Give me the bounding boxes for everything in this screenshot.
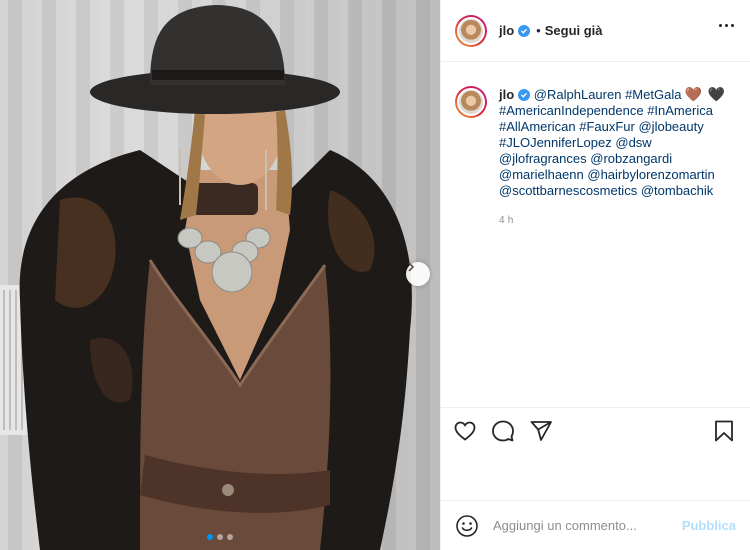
mention-link[interactable]: @tombachik [641, 183, 713, 198]
mention-link[interactable]: @marielhaenn [499, 167, 584, 182]
save-button[interactable] [712, 419, 736, 443]
verified-badge-icon [518, 88, 531, 101]
caption-text: jlo @RalphLauren #MetGala 🤎 🖤 [499, 86, 736, 103]
hashtag-link[interactable]: #AmericanIndependence [499, 103, 644, 118]
post-caption: jlo @RalphLauren #MetGala 🤎 🖤 #AmericanI… [441, 62, 750, 229]
more-options-button[interactable] [719, 24, 734, 27]
mention-link[interactable]: @RalphLauren [534, 87, 622, 103]
avatar-image [457, 16, 485, 45]
share-icon [530, 420, 552, 441]
mention-link[interactable]: @dsw [615, 135, 651, 150]
share-button[interactable] [529, 419, 553, 443]
publish-button[interactable]: Pubblica [682, 518, 736, 533]
caption-line-7: @scottbarnescosmetics @tombachik [499, 183, 736, 199]
caption-avatar[interactable] [455, 86, 487, 118]
hashtag-link[interactable]: #InAmerica [647, 103, 713, 118]
mention-link[interactable]: @jlofragrances [499, 151, 587, 166]
hashtag-link[interactable]: #FauxFur [579, 119, 635, 134]
caption-line-4: #JLOJenniferLopez @dsw [499, 135, 736, 151]
caption-line-5: @jlofragrances @robzangardi [499, 151, 736, 167]
post-sidebar: jlo • Segui già jlo @RalphLauren #MetGal… [440, 0, 750, 550]
heart-emojis: 🤎 🖤 [684, 86, 726, 103]
carousel-next-button[interactable] [406, 262, 430, 286]
avatar[interactable] [455, 14, 487, 47]
black-heart-icon: 🖤 [707, 86, 726, 102]
mention-link[interactable]: @robzangardi [590, 151, 672, 166]
carousel-dot-2 [217, 534, 223, 540]
caption-username[interactable]: jlo [499, 87, 514, 103]
brown-heart-icon: 🤎 [684, 86, 703, 102]
mention-link[interactable]: @hairbylorenzomartin [587, 167, 714, 182]
caption-line-2: #AmericanIndependence #InAmerica [499, 103, 736, 119]
follow-status-button[interactable]: Segui già [545, 23, 603, 38]
mention-link[interactable]: @scottbarnescosmetics [499, 183, 637, 198]
bookmark-icon [715, 420, 733, 441]
comment-button[interactable] [491, 419, 515, 443]
heart-icon [454, 421, 476, 441]
comment-icon [492, 420, 514, 441]
chevron-right-icon [408, 262, 415, 272]
post-photo[interactable] [0, 0, 440, 550]
like-button[interactable] [453, 419, 477, 443]
emoji-button[interactable] [455, 514, 479, 538]
comment-input[interactable] [491, 517, 682, 534]
carousel-indicator [0, 534, 440, 540]
hashtag-link[interactable]: #AllAmerican [499, 119, 576, 134]
caption-line-3: #AllAmerican #FauxFur @jlobeauty [499, 119, 736, 135]
emoji-icon [456, 514, 478, 537]
post-timestamp[interactable]: 4 h [499, 213, 736, 229]
instagram-post: jlo • Segui già jlo @RalphLauren #MetGal… [0, 0, 750, 550]
more-icon [719, 24, 722, 27]
post-actions [441, 407, 750, 453]
mention-link[interactable]: @jlobeauty [638, 119, 703, 134]
verified-badge-icon [518, 24, 531, 37]
carousel-dot-3 [227, 534, 233, 540]
separator: • [536, 23, 541, 38]
caption-body: jlo @RalphLauren #MetGala 🤎 🖤 #AmericanI… [499, 86, 736, 229]
comment-bar: Pubblica [441, 500, 750, 550]
post-header: jlo • Segui già [441, 0, 750, 62]
caption-line-6: @marielhaenn @hairbylorenzomartin [499, 167, 736, 183]
hashtag-link[interactable]: #MetGala [625, 87, 681, 103]
photo-illustration [0, 5, 412, 550]
carousel-dot-1 [207, 534, 213, 540]
username-link[interactable]: jlo [499, 23, 514, 38]
hashtag-link[interactable]: #JLOJenniferLopez [499, 135, 612, 150]
